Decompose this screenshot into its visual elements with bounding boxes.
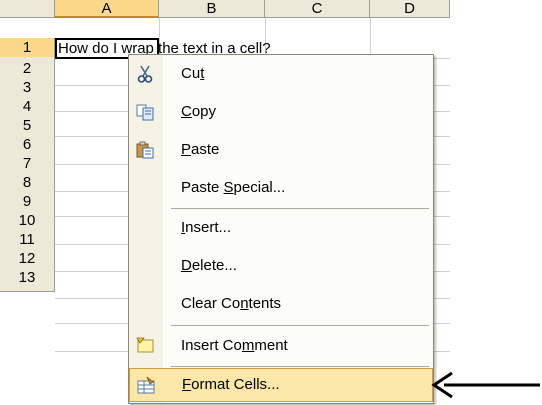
menu-item-paste[interactable]: Paste [129,132,433,168]
context-menu: Cut Copy Paste Paste Special... Insert..… [128,54,434,404]
copy-icon [136,104,154,121]
menu-separator [171,366,429,367]
menu-item-insert[interactable]: Insert... [129,210,433,246]
scissors-icon [137,65,153,83]
menu-label-paste: Paste [181,141,220,158]
menu-item-format-cells[interactable]: Format Cells... [129,368,433,402]
menu-item-delete[interactable]: Delete... [129,248,433,284]
menu-label-paste-special: Paste Special... [181,179,286,196]
menu-label-copy: Copy [181,103,217,120]
column-header-b[interactable]: B [159,0,265,18]
row-header-13[interactable]: 13 [0,266,55,292]
menu-separator [171,325,429,326]
row-header-1[interactable]: 1 [0,38,55,59]
select-all-corner[interactable] [0,0,55,18]
menu-separator [171,208,429,209]
menu-item-insert-comment[interactable]: Insert Comment [129,328,433,364]
column-header-c[interactable]: C [265,0,370,18]
column-header-d[interactable]: D [370,0,450,18]
menu-item-paste-special[interactable]: Paste Special... [129,170,433,206]
arrow-annotation-icon [431,371,540,399]
menu-item-clear-contents[interactable]: Clear Contents [129,286,433,322]
menu-item-cut[interactable]: Cut [129,56,433,92]
comment-icon [136,337,154,353]
format-cells-icon [137,376,155,394]
menu-label-cut: Cut [181,65,205,82]
menu-label-insert-comment: Insert Comment [181,337,288,354]
menu-item-copy[interactable]: Copy [129,94,433,130]
paste-icon [136,141,154,159]
menu-label-clear-contents: Clear Contents [181,295,282,312]
column-header-a[interactable]: A [55,0,159,18]
menu-label-format-cells: Format Cells... [182,376,280,393]
menu-label-insert: Insert... [181,219,232,236]
menu-label-delete: Delete... [181,257,237,274]
